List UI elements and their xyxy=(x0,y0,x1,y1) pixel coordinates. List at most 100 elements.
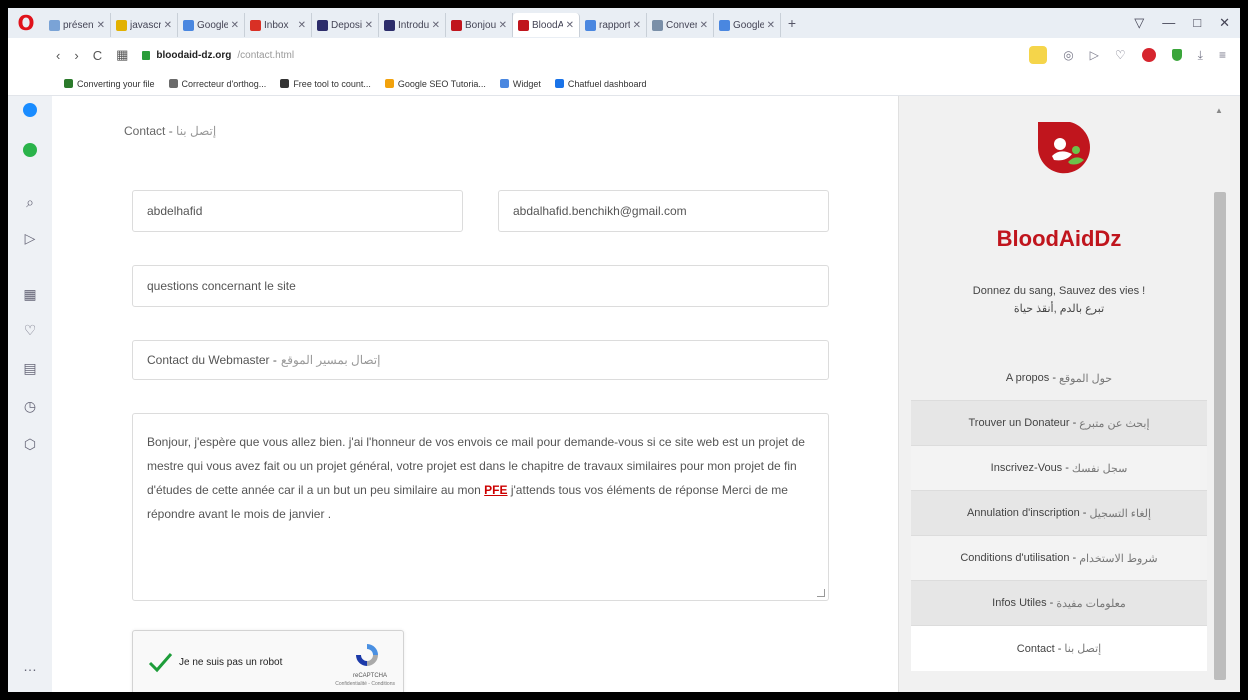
browser-tab[interactable]: Introdu ✕ xyxy=(379,13,446,37)
browser-tab[interactable]: Convert✕ xyxy=(647,13,714,37)
menu-item[interactable]: Conditions d'utilisation - شروط الاستخدا… xyxy=(911,536,1207,581)
recaptcha-logo-icon xyxy=(356,644,378,666)
search-icon[interactable]: ⌕ xyxy=(20,192,40,212)
extensions-icon[interactable]: ⬡ xyxy=(20,434,40,454)
bookmarks-sidebar-icon[interactable]: ♡ xyxy=(20,320,40,340)
adblock-icon[interactable] xyxy=(1141,48,1156,62)
scrollbar[interactable]: ▲ xyxy=(1211,96,1229,692)
heart-icon[interactable]: ♡ xyxy=(1115,48,1126,62)
address-bar: ‹ › C ▦ bloodaid-dz.org /contact.html ◎ … xyxy=(8,38,1240,72)
browser-tab[interactable]: Bonjour✕ xyxy=(446,13,513,37)
reload-button[interactable]: C xyxy=(93,48,102,63)
menu-item[interactable]: Inscrivez-Vous - سجل نفسك xyxy=(911,446,1207,491)
recipient-fr: Contact du Webmaster - xyxy=(147,353,277,367)
recaptcha-widget: Je ne suis pas un robot reCAPTCHA Confid… xyxy=(132,630,404,692)
menu-item[interactable]: Infos Utiles - معلومات مفيدة xyxy=(911,581,1207,626)
menu-item[interactable]: Trouver un Donateur - إبحث عن متبرع xyxy=(911,401,1207,446)
download-icon[interactable]: ⤓ xyxy=(1198,48,1203,63)
browser-tab[interactable]: Deposi ✕ xyxy=(312,13,379,37)
browser-tab[interactable]: présent ✕ xyxy=(44,13,111,37)
tab-close-icon[interactable]: ✕ xyxy=(432,20,440,31)
tab-favicon-icon xyxy=(719,19,730,31)
tab-title: Deposi xyxy=(331,19,362,31)
bookmark-item[interactable]: Converting your file xyxy=(64,79,155,89)
email-value: abdalhafid.benchikh@gmail.com xyxy=(513,204,687,218)
recaptcha-links[interactable]: Confidentialité - Conditions xyxy=(335,681,395,687)
bookmark-label: Chatfuel dashboard xyxy=(567,78,647,89)
forward-button[interactable]: › xyxy=(74,48,78,63)
tab-close-icon[interactable]: ✕ xyxy=(633,20,641,31)
site-menu: A propos - حول الموقع Trouver un Donateur… xyxy=(911,356,1207,671)
captcha-label: Je ne suis pas un robot xyxy=(179,657,283,668)
opera-menu-icon[interactable]: O xyxy=(8,8,44,38)
tab-close-icon[interactable]: ✕ xyxy=(365,20,373,31)
browser-tab[interactable]: Google ✕ xyxy=(178,13,245,37)
menu-item[interactable]: Contact - إتصل بنا xyxy=(911,626,1207,671)
screen-frame: O présent ✕ javascri ✕ Google ✕ Inbox ✕ Deposi ✕ I… xyxy=(8,8,1240,692)
maximize-button[interactable]: □ xyxy=(1193,15,1201,31)
scroll-up-icon[interactable]: ▲ xyxy=(1215,106,1223,115)
messenger-icon[interactable] xyxy=(20,100,40,120)
message-textarea[interactable]: Bonjour, j'espère que vous allez bien. j… xyxy=(132,413,829,601)
url-host: bloodaid-dz.org xyxy=(156,49,232,61)
resize-handle[interactable] xyxy=(817,589,825,597)
breadcrumb: Contact - إتصل بنا xyxy=(124,124,216,138)
bookmark-item[interactable]: Correcteur d'orthog... xyxy=(168,79,266,89)
tab-close-icon[interactable]: ✕ xyxy=(566,20,574,31)
tab-close-icon[interactable]: ✕ xyxy=(499,20,507,31)
speed-dial-sidebar-icon[interactable]: ▦ xyxy=(20,284,40,304)
flow-icon[interactable]: ▷ xyxy=(20,228,40,248)
extension-icon[interactable] xyxy=(1029,46,1048,64)
speed-dial-icon[interactable]: ▦ xyxy=(116,47,128,63)
menu-icon[interactable]: ≡ xyxy=(1219,48,1226,62)
bookmark-item[interactable]: Chatfuel dashboard xyxy=(554,78,647,89)
new-tab-button[interactable]: + xyxy=(781,15,803,31)
camera-icon[interactable]: ◎ xyxy=(1063,48,1073,62)
minimize-button[interactable]: — xyxy=(1162,15,1175,31)
menu-item-fr: Contact - xyxy=(1016,642,1062,655)
browser-tab[interactable]: BloodA ✕ xyxy=(513,13,580,37)
scroll-thumb[interactable] xyxy=(1214,192,1226,680)
news-icon[interactable]: ▤ xyxy=(20,358,40,378)
recipient-select[interactable]: Contact du Webmaster - إتصال بمسير الموق… xyxy=(132,340,829,380)
right-panel: BloodAidDz Donnez du sang, Sauvez des vi… xyxy=(898,96,1240,692)
back-button[interactable]: ‹ xyxy=(56,48,60,63)
url-field[interactable]: bloodaid-dz.org /contact.html xyxy=(142,50,294,61)
browser-tab[interactable]: javascri ✕ xyxy=(111,13,178,37)
bookmark-icon xyxy=(280,79,290,88)
address-bar-actions: ◎ ▷ ♡ ⤓ ≡ xyxy=(1029,46,1240,64)
tab-close-icon[interactable]: ✕ xyxy=(97,20,105,31)
breadcrumb-ar: إتصل بنا xyxy=(176,124,217,138)
bookmark-item[interactable]: Widget xyxy=(499,79,541,89)
tab-title: Google xyxy=(733,19,764,31)
name-value: abdelhafid xyxy=(147,204,203,218)
tab-close-icon[interactable]: ✕ xyxy=(700,20,708,31)
tab-favicon-icon xyxy=(518,19,529,31)
send-icon[interactable]: ▷ xyxy=(1090,48,1099,62)
tab-favicon-icon xyxy=(585,19,596,31)
checkmark-icon[interactable] xyxy=(147,649,173,675)
bookmark-item[interactable]: Free tool to count... xyxy=(280,79,371,89)
history-icon[interactable]: ◷ xyxy=(20,396,40,416)
email-field[interactable]: abdalhafid.benchikh@gmail.com xyxy=(498,190,829,232)
browser-tab[interactable]: Inbox ✕ xyxy=(245,13,312,37)
browser-tab[interactable]: Google ✕ xyxy=(714,13,781,37)
vpn-shield-icon[interactable] xyxy=(1171,49,1182,61)
tab-close-icon[interactable]: ✕ xyxy=(298,20,306,31)
more-icon[interactable]: … xyxy=(20,656,40,676)
page-viewport: Contact - إتصل بنا abdelhafid abdalhafid… xyxy=(52,96,1240,692)
menu-item[interactable]: Annulation d'inscription - إلغاء التسجيل xyxy=(911,491,1207,536)
tab-favicon-icon xyxy=(317,19,328,31)
tab-favicon-icon xyxy=(652,19,663,31)
bookmark-item[interactable]: Google SEO Tutoria... xyxy=(384,79,486,89)
tab-close-icon[interactable]: ✕ xyxy=(164,20,172,31)
whatsapp-icon[interactable] xyxy=(20,140,40,160)
menu-item[interactable]: A propos - حول الموقع xyxy=(911,356,1207,401)
subject-field[interactable]: questions concernant le site xyxy=(132,265,829,307)
filter-icon[interactable]: ▽ xyxy=(1134,15,1144,31)
name-field[interactable]: abdelhafid xyxy=(132,190,463,232)
tab-close-icon[interactable]: ✕ xyxy=(231,20,239,31)
browser-tab[interactable]: rapport ✕ xyxy=(580,13,647,37)
close-window-button[interactable]: ✕ xyxy=(1219,15,1230,31)
tab-close-icon[interactable]: ✕ xyxy=(767,20,775,31)
